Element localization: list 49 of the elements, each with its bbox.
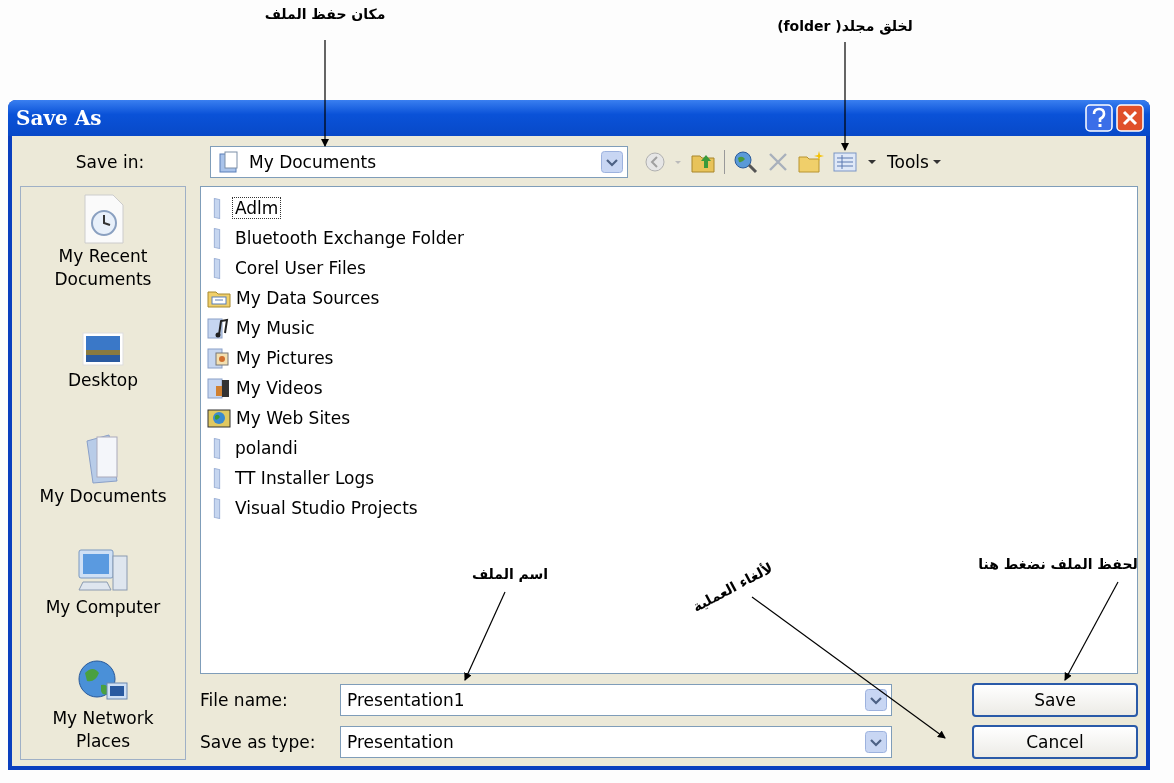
close-icon[interactable] [1116,104,1144,132]
annotation-label: لخلق مجلد( folder) [776,17,914,37]
document-folder-icon [217,150,241,174]
globe-search-icon[interactable] [733,150,759,174]
annotation-label: مكان حفظ الملف [263,5,387,24]
file-item[interactable]: My Pictures [207,343,1131,373]
file-name-field[interactable]: Presentation1 [340,684,892,716]
folder-icon [213,497,221,519]
dropdown-icon[interactable] [865,731,887,753]
dropdown-icon[interactable] [865,689,887,711]
save-as-type-dropdown[interactable]: Presentation [340,726,892,758]
cancel-button[interactable]: Cancel [972,725,1138,759]
annotation-label: لألغاء العملية [688,558,777,617]
caret-icon [932,160,941,164]
save-in-label: Save in: [74,152,146,172]
file-item[interactable]: Adlm [207,193,1131,223]
file-item[interactable]: Corel User Files [207,253,1131,283]
place-item[interactable]: My Network Places [21,657,185,753]
folder-icon [213,227,221,249]
folder-icon [213,257,221,279]
window-title: Save As [16,106,102,130]
save-in-dropdown[interactable]: My Documents [210,146,628,178]
annotation-label: لحفظ الملف نضغط هنا [977,555,1139,574]
file-item[interactable]: Visual Studio Projects [207,493,1131,523]
save-button[interactable]: Save [972,683,1138,717]
place-item[interactable]: My Computer [21,545,185,619]
folder-icon [213,467,221,489]
file-item[interactable]: My Web Sites [207,403,1131,433]
tools-menu[interactable]: Tools [885,152,943,172]
annotation-label: اسم الملف [470,565,550,584]
globe-folder-icon [207,407,231,429]
folder-icon [213,197,221,219]
place-item[interactable]: My Documents [21,430,185,508]
folder-icon [213,437,221,459]
place-item[interactable]: My Recent Documents [21,193,185,291]
file-item[interactable]: TT Installer Logs [207,463,1131,493]
picture-folder-icon [207,347,231,369]
file-item[interactable]: My Data Sources [207,283,1131,313]
video-folder-icon [207,377,231,399]
file-item[interactable]: Bluetooth Exchange Folder [207,223,1131,253]
file-name-label: File name: [200,690,289,710]
save-as-type-label: Save as type: [200,732,317,752]
file-item[interactable]: polandi [207,433,1131,463]
file-item[interactable]: My Videos [207,373,1131,403]
file-item[interactable]: My Music [207,313,1131,343]
help-icon[interactable] [1085,104,1113,132]
dropdown-icon[interactable] [601,151,623,173]
place-item[interactable]: Desktop [21,329,185,393]
music-folder-icon [207,317,231,339]
